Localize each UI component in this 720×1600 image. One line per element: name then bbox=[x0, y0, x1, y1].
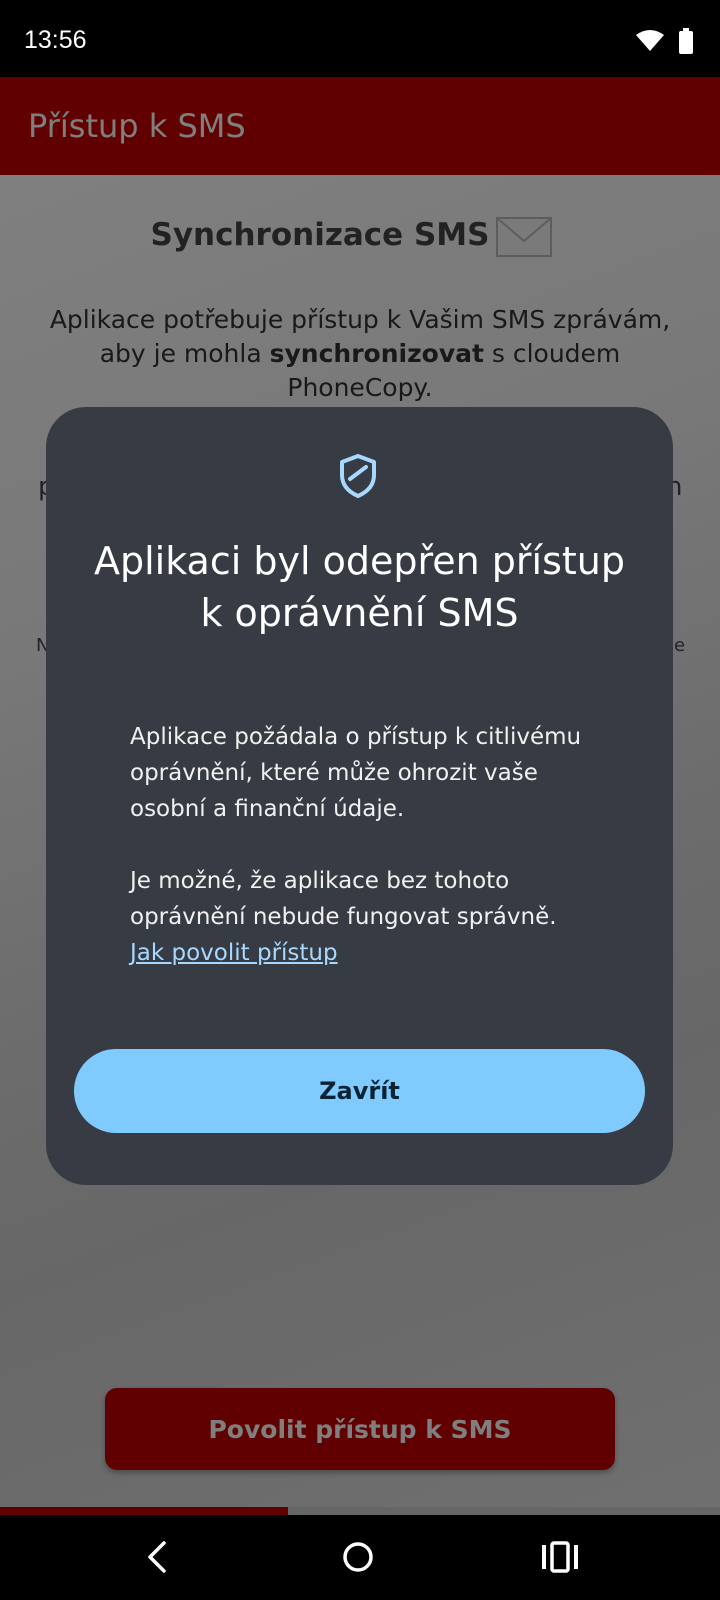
permission-denied-dialog: Aplikaci byl odepřen přístup k oprávnění… bbox=[46, 407, 673, 1185]
status-icons bbox=[636, 28, 694, 58]
navigation-bar bbox=[0, 1515, 720, 1600]
recents-icon[interactable] bbox=[540, 1539, 580, 1579]
status-bar: 13:56 bbox=[0, 0, 720, 77]
close-button[interactable]: Zavřít bbox=[74, 1049, 645, 1133]
wifi-icon bbox=[636, 30, 664, 56]
dialog-body-text: Je možné, že aplikace bez tohoto oprávně… bbox=[130, 868, 557, 930]
battery-icon bbox=[678, 28, 694, 58]
home-icon[interactable] bbox=[338, 1537, 378, 1581]
dialog-body-paragraph: Je možné, že aplikace bez tohoto oprávně… bbox=[130, 863, 600, 971]
dialog-title: Aplikaci byl odepřen přístup k oprávnění… bbox=[93, 539, 626, 635]
dialog-body-paragraph: Aplikace požádala o přístup k citlivému … bbox=[130, 724, 582, 822]
shield-icon bbox=[338, 453, 378, 503]
how-to-allow-link[interactable]: Jak povolit přístup bbox=[130, 940, 338, 966]
status-time: 13:56 bbox=[24, 26, 87, 54]
dialog-body: Aplikace požádala o přístup k citlivému … bbox=[130, 719, 600, 971]
back-icon[interactable] bbox=[140, 1539, 176, 1579]
